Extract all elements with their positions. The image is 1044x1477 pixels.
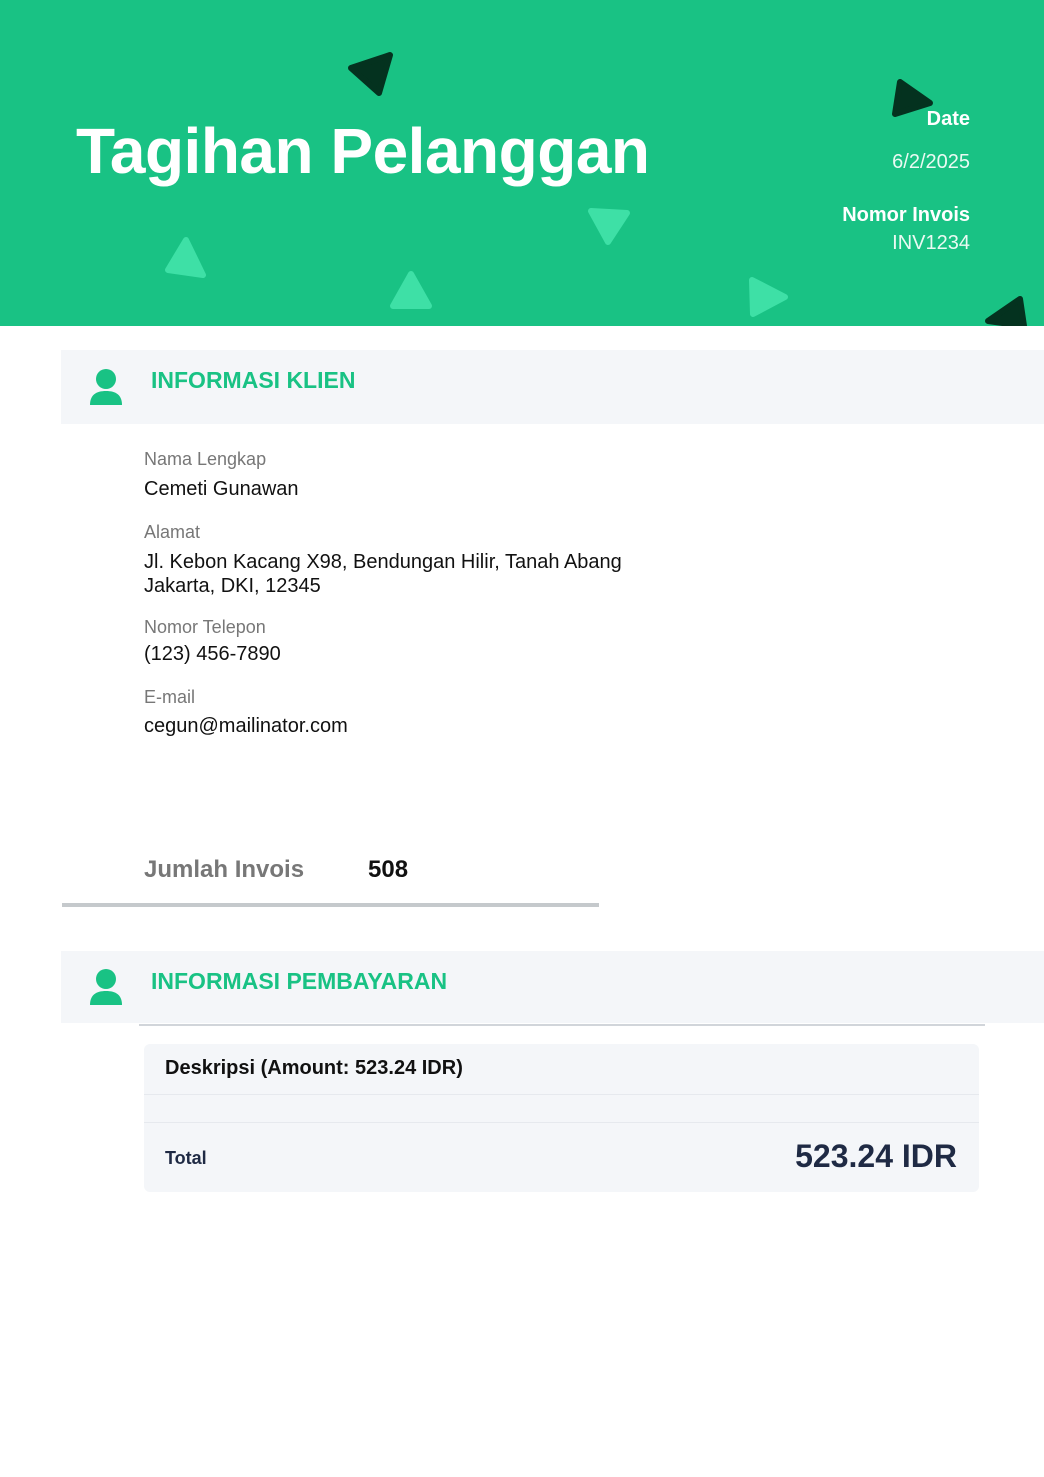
invoice-header: Tagihan Pelanggan Date 6/2/2025 Nomor In… [0, 0, 1044, 326]
address-line-2: Jakarta, DKI, 12345 [144, 575, 321, 597]
triangle-decoration [749, 277, 788, 317]
divider [139, 1024, 985, 1026]
empty-row [144, 1095, 979, 1123]
triangle-decoration [985, 296, 1027, 326]
date-value: 6/2/2025 [892, 151, 970, 173]
address-label: Alamat [144, 522, 201, 542]
user-icon [77, 350, 135, 424]
description-row: Deskripsi (Amount: 523.24 IDR) [144, 1044, 979, 1095]
invoice-number-value: INV1234 [892, 232, 970, 254]
triangle-decoration [348, 52, 393, 96]
triangle-decoration [588, 208, 630, 245]
invoice-count-value: 508 [368, 856, 409, 883]
email-value: cegun@mailinator.com [144, 715, 348, 737]
payment-table: Deskripsi (Amount: 523.24 IDR) Total 523… [144, 1044, 979, 1192]
triangle-decoration [892, 79, 933, 117]
total-label: Total [165, 1148, 207, 1168]
email-label: E-mail [144, 687, 196, 707]
payment-info-heading: INFORMASI PEMBAYARAN [151, 968, 448, 994]
description-text: Deskripsi (Amount: 523.24 IDR) [165, 1057, 463, 1079]
user-icon [77, 951, 135, 1023]
full-name-label: Nama Lengkap [144, 449, 267, 469]
page-title: Tagihan Pelanggan [76, 115, 650, 187]
address-line-1: Jl. Kebon Kacang X98, Bendungan Hilir, T… [144, 551, 622, 573]
full-name-value: Cemeti Gunawan [144, 478, 299, 500]
triangle-decoration [165, 237, 206, 278]
date-label: Date [926, 108, 970, 130]
divider [62, 903, 599, 907]
phone-value: (123) 456-7890 [144, 643, 281, 665]
total-value: 523.24 IDR [795, 1138, 957, 1174]
invoice-number-label: Nomor Invois [842, 204, 970, 226]
payment-info-section-header: INFORMASI PEMBAYARAN [61, 951, 1044, 1023]
invoice-count-label: Jumlah Invois [144, 856, 305, 883]
triangle-decoration [390, 271, 432, 309]
phone-label: Nomor Telepon [144, 617, 266, 637]
client-info-section-header: INFORMASI KLIEN [61, 350, 1044, 424]
client-info-heading: INFORMASI KLIEN [151, 367, 356, 393]
